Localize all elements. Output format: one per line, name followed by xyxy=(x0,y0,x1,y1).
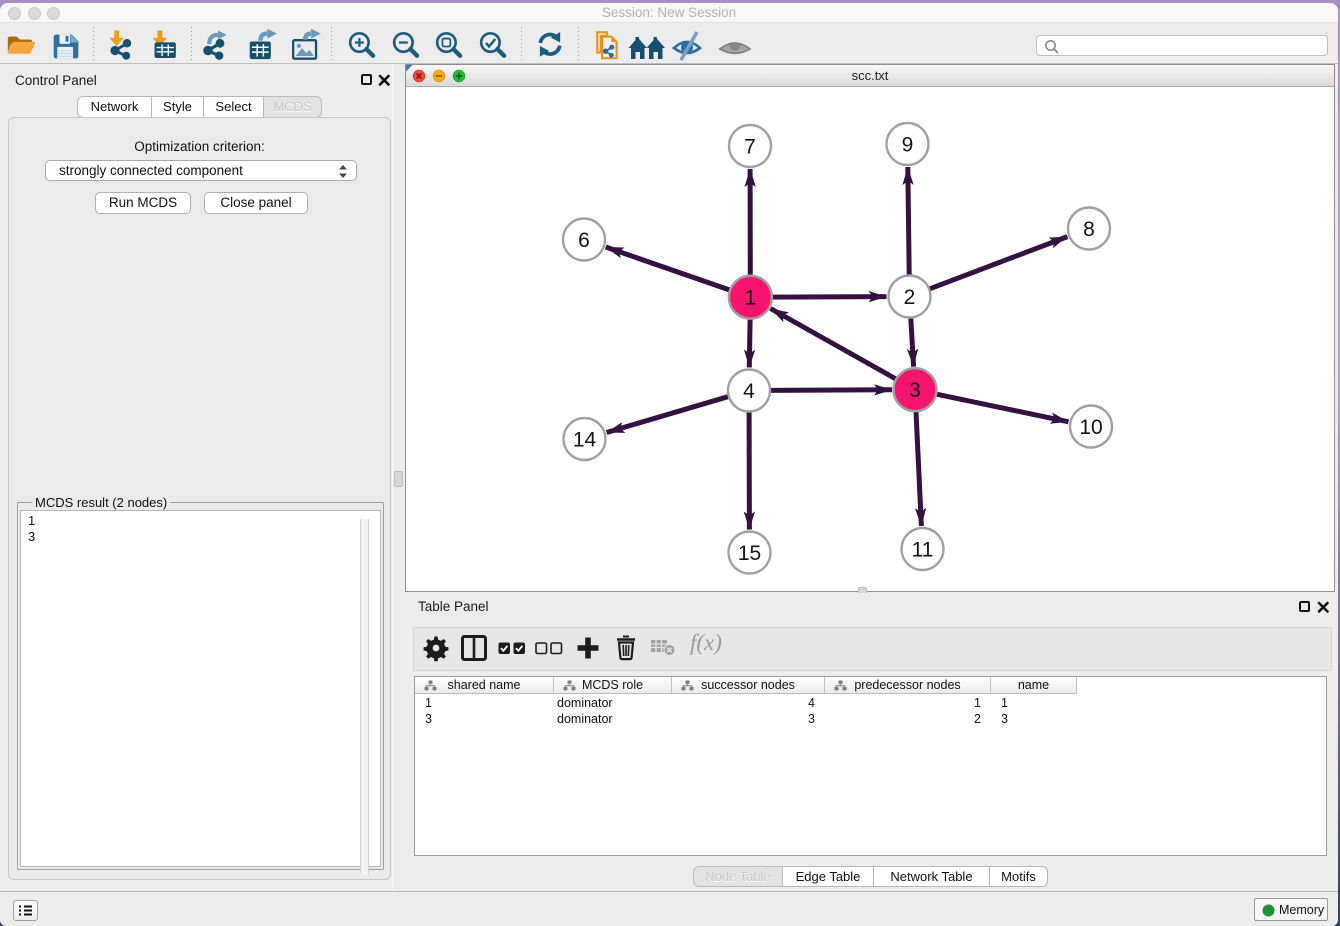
svg-text:10: 10 xyxy=(1079,416,1102,439)
svg-text:14: 14 xyxy=(573,429,597,452)
svg-text:15: 15 xyxy=(738,542,761,565)
svg-text:4: 4 xyxy=(743,380,755,403)
svg-text:11: 11 xyxy=(912,539,934,562)
svg-text:3: 3 xyxy=(909,379,921,402)
svg-text:9: 9 xyxy=(902,134,914,157)
svg-text:8: 8 xyxy=(1083,218,1095,241)
svg-text:7: 7 xyxy=(744,136,756,159)
svg-text:1: 1 xyxy=(745,287,757,310)
svg-text:6: 6 xyxy=(578,229,590,252)
svg-text:2: 2 xyxy=(904,286,916,309)
